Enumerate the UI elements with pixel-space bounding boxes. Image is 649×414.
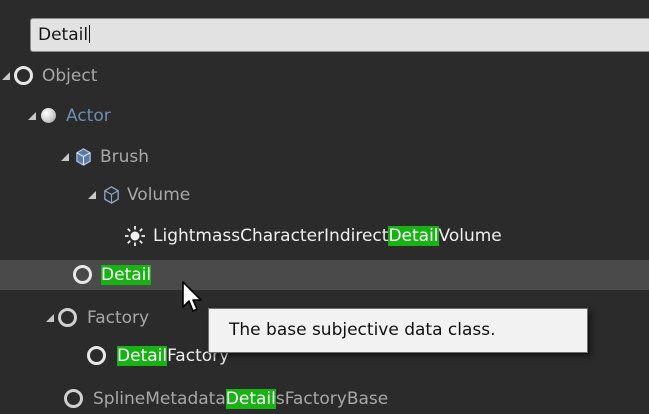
class-tooltip: The base subjective data class. xyxy=(208,308,588,353)
expand-arrow-icon[interactable] xyxy=(61,153,69,161)
search-value: Detail xyxy=(38,25,89,45)
tree-label-object: Object xyxy=(42,66,98,86)
light-sun-icon xyxy=(125,226,145,246)
tree-label-spline: SplineMetadataDetailsFactoryBase xyxy=(93,384,388,414)
label-suffix: sFactoryBase xyxy=(275,389,389,409)
expand-arrow-icon[interactable] xyxy=(28,112,36,120)
class-ring-icon xyxy=(64,389,83,408)
search-match-highlight: Detail xyxy=(117,346,168,366)
mouse-pointer-icon xyxy=(182,281,202,312)
search-input[interactable]: Detail xyxy=(30,18,649,52)
search-match-highlight: Detail xyxy=(101,265,152,285)
tree-row-actor[interactable]: Actor xyxy=(0,101,649,131)
search-match-highlight: Detail xyxy=(225,389,276,409)
expand-arrow-icon[interactable] xyxy=(88,191,96,199)
tree-row-detail[interactable]: Detail xyxy=(0,260,649,290)
tree-row-spline-factory[interactable]: SplineMetadataDetailsFactoryBase xyxy=(0,384,649,414)
tree-label-actor: Actor xyxy=(66,106,111,126)
tooltip-text: The base subjective data class. xyxy=(229,320,496,340)
class-picker-panel: Detail Object Actor Brush Volume Lightma… xyxy=(0,0,649,409)
text-caret xyxy=(89,25,91,43)
tree-row-brush[interactable]: Brush xyxy=(0,142,649,172)
tree-row-lightmass-volume[interactable]: LightmassCharacterIndirectDetailVolume xyxy=(0,221,649,251)
tree-label-lightmass: LightmassCharacterIndirectDetailVolume xyxy=(153,221,502,251)
search-match-highlight: Detail xyxy=(388,226,439,246)
label-prefix: LightmassCharacterIndirect xyxy=(153,226,389,246)
tree-row-object[interactable]: Object xyxy=(0,61,649,91)
label-prefix: SplineMetadata xyxy=(93,389,226,409)
sphere-icon xyxy=(41,108,56,123)
tree-label-factory: Factory xyxy=(87,308,150,328)
label-suffix: Volume xyxy=(438,226,502,246)
expand-arrow-icon[interactable] xyxy=(46,314,54,322)
class-ring-icon xyxy=(58,308,77,327)
tree-row-volume[interactable]: Volume xyxy=(0,180,649,210)
tree-label-detail: Detail xyxy=(101,260,152,290)
class-ring-icon xyxy=(14,66,33,85)
expand-arrow-icon[interactable] xyxy=(2,72,10,80)
volume-cube-icon xyxy=(104,186,119,204)
class-ring-icon xyxy=(73,265,92,284)
tree-label-brush: Brush xyxy=(100,147,150,167)
brush-cube-icon xyxy=(76,148,91,166)
tree-label-volume: Volume xyxy=(127,185,191,205)
class-ring-icon xyxy=(87,346,106,365)
